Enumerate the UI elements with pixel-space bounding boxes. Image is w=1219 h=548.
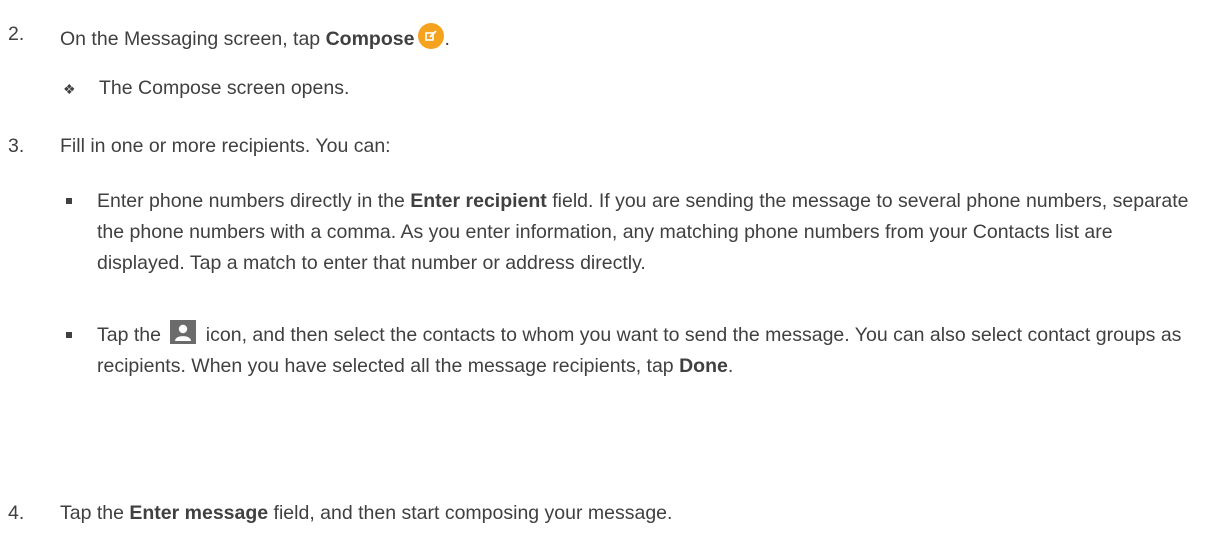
- step-text: On the Messaging screen, tap Compose.: [60, 23, 450, 51]
- step-number: 3.: [8, 135, 25, 157]
- square-bullet-icon: [66, 332, 72, 338]
- diamond-bullet-icon: ❖: [63, 81, 76, 97]
- step-number: 4.: [8, 502, 25, 524]
- step-3: 3. Fill in one or more recipients. You c…: [0, 133, 1219, 161]
- step-text-prefix: On the Messaging screen, tap: [60, 28, 326, 50]
- step-number: 2.: [8, 23, 25, 45]
- compose-label: Compose: [325, 28, 415, 50]
- step-2: 2. On the Messaging screen, tap Compose.: [0, 17, 1219, 51]
- step-text-suffix: .: [444, 28, 450, 50]
- step-2-result: ❖ The Compose screen opens.: [0, 75, 1219, 103]
- step-text-suffix: field, and then start composing your mes…: [268, 502, 673, 524]
- square-bullet-icon: [66, 198, 72, 204]
- enter-recipient-label: Enter recipient: [410, 190, 547, 212]
- step-text: Tap the Enter message field, and then st…: [60, 502, 672, 525]
- step-4: 4. Tap the Enter message field, and then…: [0, 500, 1219, 528]
- bullet-paragraph: Tap the icon, and then select the contac…: [97, 320, 1197, 382]
- contact-person-icon: [170, 320, 197, 344]
- done-label: Done: [679, 355, 728, 377]
- bullet-paragraph: Enter phone numbers directly in the Ente…: [97, 186, 1197, 279]
- step-text: Fill in one or more recipients. You can:: [60, 135, 391, 157]
- bullet-text-pre: Enter phone numbers directly in the: [97, 190, 411, 212]
- step-text-prefix: Tap the: [60, 502, 130, 524]
- compose-icon: [418, 23, 445, 49]
- enter-message-label: Enter message: [129, 502, 269, 524]
- step-result-text: The Compose screen opens.: [99, 77, 350, 99]
- bullet-text-mid: icon, and then select the contacts to wh…: [97, 324, 1182, 377]
- bullet-text-pre: Tap the: [97, 324, 167, 346]
- bullet-text-post: .: [727, 355, 734, 377]
